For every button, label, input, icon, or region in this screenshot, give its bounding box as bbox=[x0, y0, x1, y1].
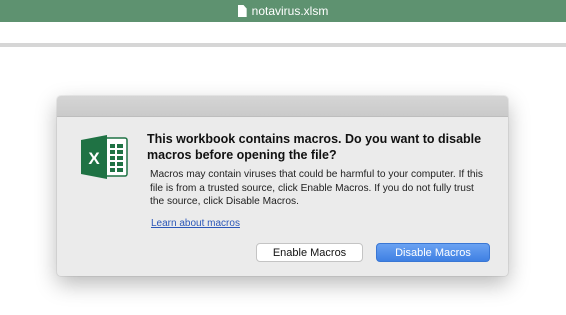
dialog-heading: This workbook contains macros. Do you wa… bbox=[147, 132, 482, 162]
window-titlebar: notavirus.xlsm bbox=[0, 0, 566, 22]
disable-macros-button[interactable]: Disable Macros bbox=[376, 243, 490, 262]
toolbar-area bbox=[0, 22, 566, 43]
window-title: notavirus.xlsm bbox=[251, 4, 329, 18]
dialog-message: Macros may contain viruses that could be… bbox=[150, 169, 483, 207]
enable-macros-button[interactable]: Enable Macros bbox=[256, 243, 363, 262]
excel-icon: X bbox=[81, 135, 128, 179]
dialog-header-bar bbox=[57, 96, 508, 117]
svg-text:X: X bbox=[88, 149, 100, 168]
toolbar-divider bbox=[0, 43, 566, 47]
document-icon bbox=[237, 5, 247, 17]
learn-about-macros-link[interactable]: Learn about macros bbox=[151, 218, 240, 229]
macro-warning-dialog: X This workbook contains macros. Do you … bbox=[57, 96, 508, 276]
